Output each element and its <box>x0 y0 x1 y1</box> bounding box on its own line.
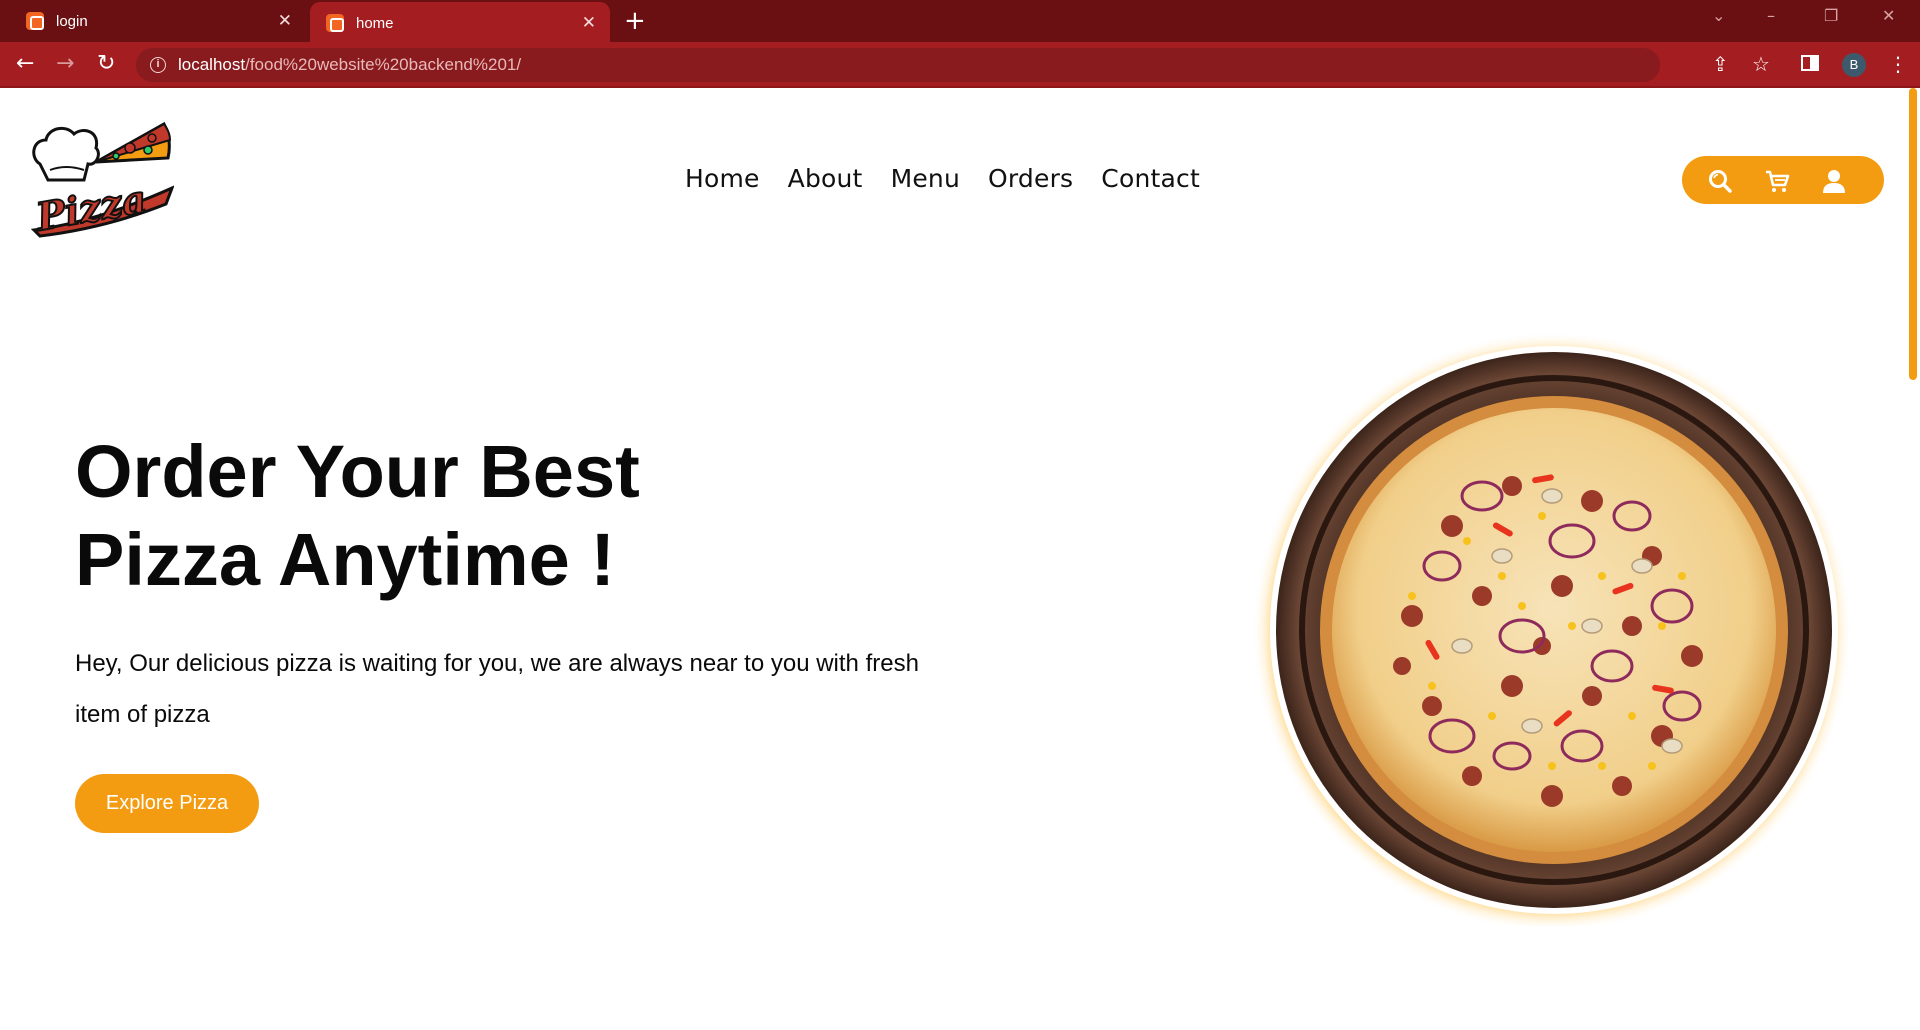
url-host: localhost <box>178 55 246 74</box>
tab-login[interactable]: login ✕ <box>0 0 306 42</box>
address-bar[interactable]: i localhost/food%20website%20backend%201… <box>136 48 1660 82</box>
share-icon[interactable]: ⇪ <box>1712 52 1729 76</box>
xampp-favicon-icon <box>26 12 44 30</box>
close-tab-icon[interactable]: ✕ <box>582 13 596 33</box>
pizza-logo[interactable]: Pizza <box>26 118 175 241</box>
hero-pizza-image <box>1252 326 1852 932</box>
side-panel-icon[interactable] <box>1800 53 1820 78</box>
url-path: /food%20website%20backend%201/ <box>245 55 522 74</box>
tab-title: home <box>356 14 394 32</box>
close-tab-icon[interactable]: ✕ <box>278 11 292 31</box>
nav-link-contact[interactable]: Contact <box>1101 164 1200 193</box>
tab-title: login <box>56 12 88 30</box>
hero-description: Hey, Our delicious pizza is waiting for … <box>75 650 919 728</box>
tab-search-chevron-icon[interactable]: ⌄ <box>1712 6 1725 25</box>
site-info-icon[interactable]: i <box>150 57 166 73</box>
nav-link-menu[interactable]: Menu <box>891 164 960 193</box>
back-arrow-icon[interactable]: ← <box>16 51 34 76</box>
user-icon[interactable] <box>1821 168 1847 194</box>
hero-title-line-2: Pizza Anytime ! <box>75 518 616 601</box>
nav-link-home[interactable]: Home <box>685 164 760 193</box>
browser-toolbar: ← → ↻ i localhost/food%20website%20backe… <box>0 42 1920 88</box>
restore-icon[interactable]: ❐ <box>1824 6 1838 25</box>
reload-icon[interactable]: ↻ <box>97 51 115 76</box>
xampp-favicon-icon <box>326 14 344 32</box>
bookmark-star-icon[interactable]: ☆ <box>1752 52 1770 76</box>
profile-avatar[interactable]: B <box>1842 53 1866 77</box>
browser-titlebar: login ✕ home ✕ + ⌄ – ❐ ✕ <box>0 0 1920 44</box>
hero-title: Order Your Best Pizza Anytime ! <box>75 428 640 604</box>
plus-icon[interactable]: + <box>624 6 646 36</box>
nav-link-orders[interactable]: Orders <box>988 164 1073 193</box>
header-icon-group <box>1682 156 1884 204</box>
close-window-icon[interactable]: ✕ <box>1882 6 1895 25</box>
tab-home[interactable]: home ✕ <box>310 2 610 44</box>
explore-pizza-button[interactable]: Explore Pizza <box>75 774 259 833</box>
kebab-menu-icon[interactable]: ⋮ <box>1888 52 1908 76</box>
minimize-icon[interactable]: – <box>1767 6 1775 25</box>
cart-icon[interactable] <box>1764 168 1790 194</box>
forward-arrow-icon[interactable]: → <box>56 51 74 76</box>
main-nav: Home About Menu Orders Contact <box>685 164 1200 193</box>
page-scrollbar[interactable] <box>1909 88 1917 380</box>
hero-title-line-1: Order Your Best <box>75 430 640 513</box>
search-icon[interactable] <box>1707 168 1733 194</box>
svg-text:Pizza: Pizza <box>32 176 150 238</box>
nav-link-about[interactable]: About <box>788 164 863 193</box>
